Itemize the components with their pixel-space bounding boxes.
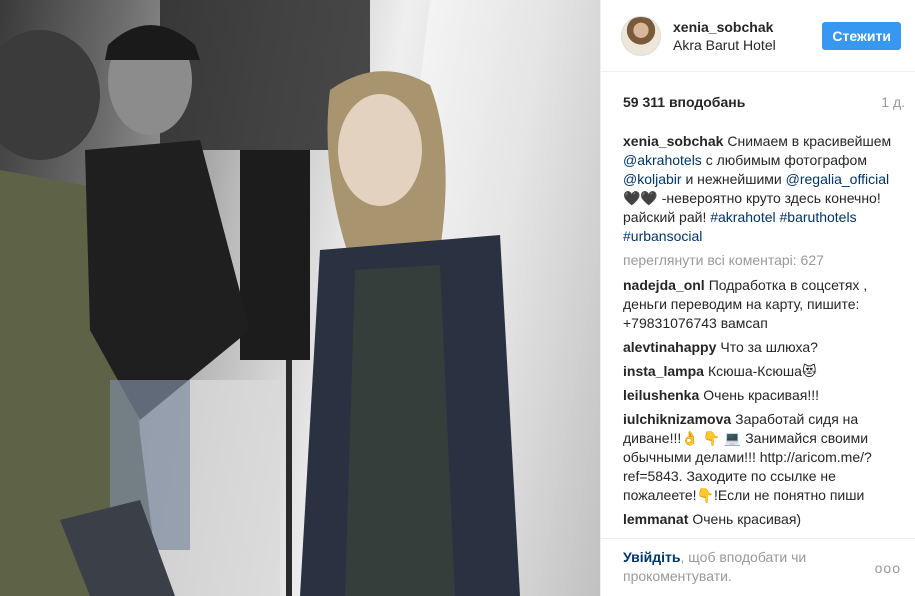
header-location[interactable]: Akra Barut Hotel — [673, 36, 822, 54]
comment: alevtinahappy Что за шлюха? — [623, 338, 901, 357]
caption: xenia_sobchak Снимаем в красивейшем @akra… — [623, 132, 901, 246]
post-time[interactable]: 1 д. — [881, 94, 905, 132]
follow-button[interactable]: Стежити — [822, 21, 901, 50]
comment-username[interactable]: insta_lampa — [623, 363, 704, 379]
caption-username[interactable]: xenia_sobchak — [623, 133, 723, 149]
post-stats: 59 311 вподобань 1 д. — [601, 72, 915, 132]
login-link[interactable]: Увійдіть — [623, 549, 681, 565]
comment-username[interactable]: lemmanat — [623, 511, 688, 527]
mention-link[interactable]: @koljabir — [623, 171, 682, 187]
comment-username[interactable]: alevtinahappy — [623, 339, 716, 355]
comments-section: xenia_sobchak Снимаем в красивейшем @akra… — [601, 132, 915, 529]
likes-count[interactable]: 59 311 вподобань — [623, 94, 745, 132]
comment: insta_lampa Ксюша-Ксюша😻 — [623, 362, 901, 381]
login-prompt: Увійдіть, щоб вподобати чи прокоментуват… — [623, 548, 833, 586]
comment: iulchiknizamova Заработай сидя на диване!… — [623, 410, 901, 505]
mention-link[interactable]: @regalia_official — [786, 171, 889, 187]
instagram-post: xenia_sobchak Akra Barut Hotel Стежити 5… — [0, 0, 915, 596]
caption-text: Снимаем в красивейшем — [727, 133, 892, 149]
comment: lemmanat Очень красивая) — [623, 510, 901, 529]
comment-text: Что за шлюха? — [720, 339, 818, 355]
mention-link[interactable]: @akrahotels — [623, 152, 702, 168]
comment-text: Очень красивая) — [692, 511, 802, 527]
comment: leilushenka Очень красивая!!! — [623, 386, 901, 405]
user-block: xenia_sobchak Akra Barut Hotel — [673, 18, 822, 54]
hashtag-link[interactable]: #urbansocial — [623, 228, 702, 244]
comment-username[interactable]: leilushenka — [623, 387, 699, 403]
post-side-panel: xenia_sobchak Akra Barut Hotel Стежити 5… — [600, 0, 915, 596]
comment-username[interactable]: nadejda_onl — [623, 277, 705, 293]
hashtag-link[interactable]: #akrahotel — [710, 209, 775, 225]
caption-text: и нежнейшими — [681, 171, 786, 187]
avatar[interactable] — [621, 15, 661, 56]
post-header: xenia_sobchak Akra Barut Hotel Стежити — [601, 0, 915, 72]
comment-text: Очень красивая!!! — [703, 387, 819, 403]
post-photo[interactable] — [0, 0, 600, 596]
comment-text: Ксюша-Ксюша😻 — [707, 363, 817, 379]
post-footer: Увійдіть, щоб вподобати чи прокоментуват… — [601, 538, 915, 596]
comment: nadejda_onl Подработка в соцсетях , деньг… — [623, 276, 901, 333]
header-username[interactable]: xenia_sobchak — [673, 18, 822, 36]
more-options-icon[interactable]: ooo — [875, 560, 901, 576]
hashtag-link[interactable]: #baruthotels — [780, 209, 857, 225]
photo-illustration — [0, 0, 600, 596]
comment-username[interactable]: iulchiknizamova — [623, 411, 731, 427]
view-all-comments-link[interactable]: переглянути всі коментарі: 627 — [623, 251, 901, 270]
caption-text: с любимым фотографом — [701, 152, 867, 168]
